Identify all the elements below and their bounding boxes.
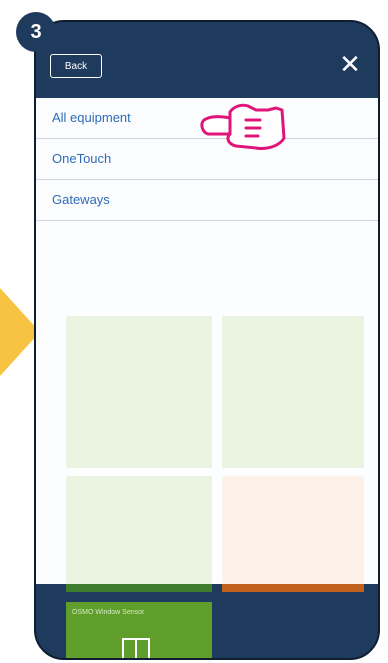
main-content: All equipment OneTouch Gateways xyxy=(36,98,378,584)
close-icon[interactable]: ✕ xyxy=(336,50,364,78)
phone-screen: Back ✕ All equipment OneTouch Gateways O… xyxy=(34,20,380,660)
menu-item-gateways[interactable]: Gateways xyxy=(36,180,378,221)
green-tile-edge xyxy=(66,584,212,592)
back-button[interactable]: Back xyxy=(50,54,102,78)
window-sensor-label: OSMO Window Sensor xyxy=(72,609,145,616)
bottom-device-strip: OSMO Window Sensor xyxy=(36,584,378,658)
window-icon xyxy=(122,638,150,658)
step-number-badge: 3 xyxy=(16,12,56,52)
orange-tile-edge xyxy=(222,584,364,592)
window-sensor-card[interactable]: OSMO Window Sensor xyxy=(66,602,212,658)
pointing-hand-icon xyxy=(200,103,286,150)
